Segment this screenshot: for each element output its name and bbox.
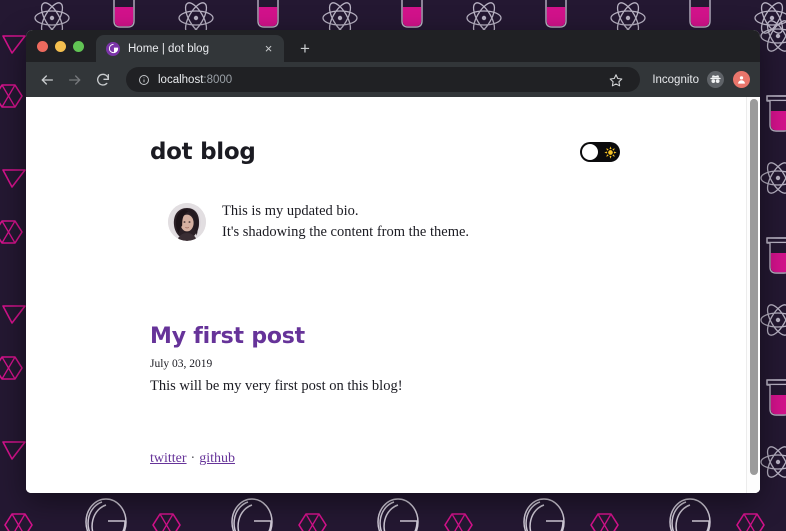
post-list-item: My first post July 03, 2019 This will be…: [150, 324, 620, 396]
desktop: Home | dot blog × + localhost:8000 Incog…: [0, 0, 786, 531]
incognito-spy-icon[interactable]: [707, 71, 724, 88]
footer-link-twitter[interactable]: twitter: [150, 451, 187, 466]
back-icon[interactable]: [34, 67, 60, 93]
post-title-link[interactable]: My first post: [150, 324, 620, 349]
forward-icon[interactable]: [62, 67, 88, 93]
footer-link-github[interactable]: github: [199, 451, 235, 466]
theme-toggle[interactable]: [580, 142, 620, 162]
new-tab-button[interactable]: +: [292, 35, 318, 61]
window-close-button[interactable]: [37, 40, 48, 52]
footer-separator: ·: [190, 451, 196, 467]
incognito-label: Incognito: [652, 73, 699, 86]
browser-tab-active[interactable]: Home | dot blog ×: [96, 35, 284, 62]
browser-window: Home | dot blog × + localhost:8000 Incog…: [26, 30, 760, 493]
site-header: dot blog: [150, 139, 620, 165]
browser-tab-strip: Home | dot blog × +: [26, 30, 760, 62]
window-minimize-button[interactable]: [55, 40, 66, 52]
bio-text: This is my updated bio. It's shadowing t…: [222, 201, 469, 242]
post-excerpt: This will be my very first post on this …: [150, 378, 403, 395]
window-traffic-lights: [35, 30, 96, 62]
post-date: July 03, 2019: [150, 358, 213, 371]
url-port: :8000: [203, 73, 233, 86]
page-scrollbar[interactable]: [746, 97, 760, 493]
browser-toolbar: localhost:8000 Incognito: [26, 62, 760, 97]
bio-line: It's shadowing the content from the them…: [222, 223, 470, 240]
address-bar[interactable]: localhost:8000: [126, 67, 641, 92]
url-host: localhost: [158, 73, 204, 86]
scrollbar-thumb[interactable]: [750, 99, 758, 475]
close-icon[interactable]: ×: [261, 41, 276, 56]
site-title[interactable]: dot blog: [150, 139, 256, 165]
gatsby-g-icon: [106, 41, 120, 56]
window-maximize-button[interactable]: [73, 40, 84, 52]
browser-tab-title: Home | dot blog: [128, 42, 209, 55]
author-bio: This is my updated bio. It's shadowing t…: [150, 201, 620, 242]
toggle-knob: [582, 144, 598, 160]
bio-line: This is my updated bio.: [222, 203, 359, 219]
sun-icon: [602, 144, 618, 160]
site-footer: twitter · github: [150, 451, 620, 467]
address-bar-url: localhost:8000: [158, 74, 594, 86]
profile-avatar-icon[interactable]: [733, 71, 750, 88]
reload-icon[interactable]: [90, 67, 116, 93]
page-viewport: dot blog This is my updated bio. It's sh…: [26, 97, 760, 493]
avatar: [168, 203, 206, 241]
info-circle-icon[interactable]: [138, 74, 150, 86]
blog-page: dot blog This is my updated bio. It's sh…: [26, 97, 760, 493]
bookmark-star-icon[interactable]: [604, 68, 628, 92]
